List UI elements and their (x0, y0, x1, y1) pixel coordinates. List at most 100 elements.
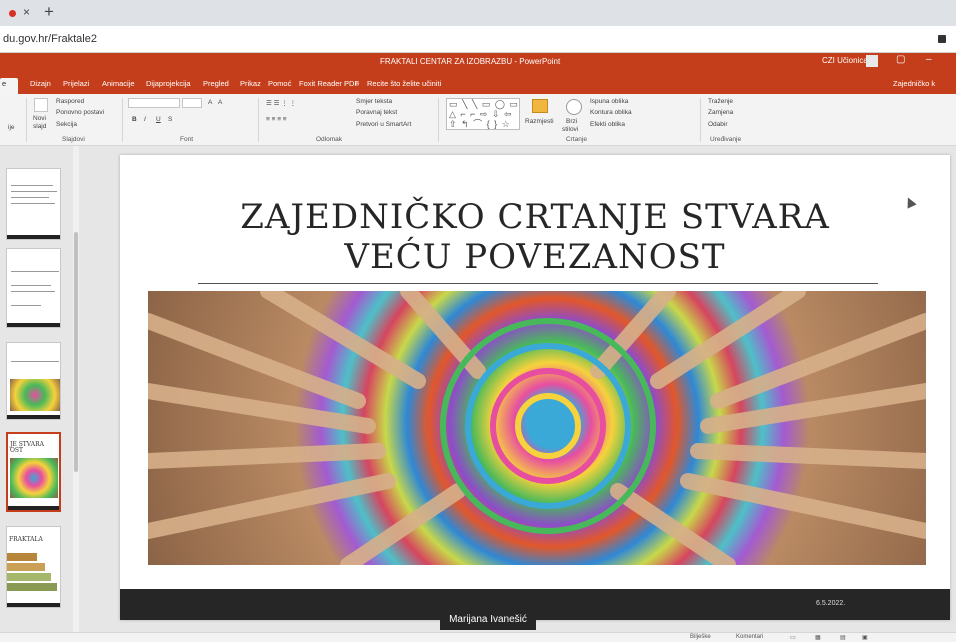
scrollbar-thumb[interactable] (74, 232, 78, 472)
tab-view[interactable]: Prikaz (240, 79, 261, 88)
thumb-footer-bar (8, 506, 59, 510)
title-divider (198, 283, 878, 284)
slide-thumbnail[interactable]: FRAKTALA (6, 526, 61, 608)
clipboard-label[interactable]: ije (8, 124, 15, 131)
new-tab-button[interactable]: + (44, 2, 54, 22)
shape-effects-button[interactable]: Efekti oblika (590, 121, 625, 128)
strike-button[interactable]: S (168, 116, 172, 123)
avatar[interactable] (866, 55, 878, 67)
quick-styles-icon[interactable] (566, 99, 582, 115)
text-direction-button[interactable]: Smjer teksta (356, 98, 392, 105)
ribbon-separator (26, 98, 27, 142)
thumb-text-line (11, 305, 41, 306)
reset-button[interactable]: Ponovno postavi (56, 109, 104, 116)
find-button[interactable]: Traženje (708, 98, 733, 105)
tab-slideshow[interactable]: Dijaprojekcija (146, 79, 191, 88)
share-button[interactable]: Zajedničko k (893, 79, 935, 88)
new-slide-button[interactable]: Novi (33, 115, 46, 122)
layout-button[interactable]: Raspored (56, 98, 84, 105)
normal-view-icon[interactable]: ▭ (790, 634, 796, 641)
comments-button[interactable]: Komentari (736, 634, 763, 640)
notes-button[interactable]: Bilješke (690, 634, 711, 640)
drawing-group-label: Crtanje (566, 136, 587, 143)
tab-foxit[interactable]: Foxit Reader PDF (299, 79, 359, 88)
quick-styles-button-line2[interactable]: stilovi (562, 126, 578, 133)
section-button[interactable]: Sekcija (56, 121, 77, 128)
new-slide-icon[interactable] (34, 98, 48, 112)
font-size-select[interactable] (182, 98, 202, 108)
bold-button[interactable]: B (132, 116, 137, 123)
presenter-caption: Marijana Ivanešić (440, 610, 536, 630)
shape-fill-button[interactable]: Ispuna oblika (590, 98, 628, 105)
slideshow-view-icon[interactable]: ▣ (862, 634, 868, 641)
shapes-gallery[interactable]: ▭ ╲ ╲ ▭ ◯ ▭ △ ⌐ ⌐ ⇨ ⇩ ⇦ ⇧ ↰ ⌒ { } ☆ (446, 98, 520, 130)
browser-tabbar: × + (0, 0, 956, 26)
arrange-button[interactable]: Razmjesti (525, 118, 554, 125)
thumb-text: JE STVARA OST (10, 441, 44, 454)
ribbon-separator (122, 98, 123, 142)
slide-canvas[interactable]: ZAJEDNIČKO CRTANJE STVARA VEĆU POVEZANOS… (120, 155, 950, 620)
extension-icon[interactable] (938, 35, 946, 43)
thumb-image (10, 458, 58, 498)
tab-transitions[interactable]: Prijelazi (63, 79, 89, 88)
slide-title[interactable]: ZAJEDNIČKO CRTANJE STVARA VEĆU POVEZANOS… (120, 197, 950, 277)
minimize-button[interactable]: – (926, 54, 932, 65)
paragraph-group-label: Odlomak (316, 136, 343, 143)
shape-outline-button[interactable]: Kontura oblika (590, 109, 632, 116)
tab-help[interactable]: Pomoć (268, 79, 291, 88)
select-button[interactable]: Odabir (708, 121, 728, 128)
tab-close-button[interactable]: × (23, 5, 30, 19)
align-text-button[interactable]: Poravnaj tekst (356, 109, 397, 116)
slides-group-label: Slajdovi (62, 136, 85, 143)
slide-title-line2: VEĆU POVEZANOST (344, 237, 726, 277)
lightbulb-icon: ○ (355, 79, 360, 88)
user-name[interactable]: CZI Učionica (822, 56, 868, 65)
mandala-illustration (148, 291, 926, 565)
arrange-icon[interactable] (532, 99, 548, 113)
tell-me-search[interactable]: Recite što želite učiniti (367, 79, 441, 88)
italic-button[interactable]: I (144, 116, 146, 123)
slide-thumbnail[interactable] (6, 342, 61, 420)
url-text[interactable]: du.gov.hr/Fraktale2 (3, 33, 97, 45)
tab-review[interactable]: Pregled (203, 79, 229, 88)
thumb-text-line (11, 197, 49, 198)
quick-styles-button[interactable]: Brzi (566, 118, 577, 125)
tab-design[interactable]: Dizajn (30, 79, 51, 88)
ribbon: ije Novi slajd Raspored Ponovno postavi … (0, 94, 956, 146)
shrink-font-button[interactable]: A (218, 99, 222, 106)
slide-date: 6.5.2022. (816, 600, 846, 607)
screen: × + du.gov.hr/Fraktale2 FRAKTALI CENTAR … (0, 0, 956, 642)
smartart-button[interactable]: Pretvori u SmartArt (356, 121, 411, 128)
document-title: FRAKTALI CENTAR ZA IZOBRAZBU - PowerPoin… (380, 57, 561, 66)
thumb-image (10, 379, 60, 411)
thumbnail-scrollbar[interactable] (73, 146, 79, 632)
tab-start[interactable]: e (0, 78, 18, 94)
ribbon-tabs: e Dizajn Prijelazi Animacije Dijaprojekc… (0, 71, 956, 94)
slide-thumbnail-selected[interactable]: JE STVARA OST (6, 432, 61, 512)
grow-font-button[interactable]: A (208, 99, 212, 106)
new-slide-button-line2[interactable]: slajd (33, 123, 46, 130)
slide-thumbnail[interactable] (6, 248, 61, 328)
thumb-footer-bar (7, 323, 60, 327)
slide-picture[interactable] (148, 291, 926, 565)
font-family-select[interactable] (128, 98, 180, 108)
thumb-text-line (11, 185, 53, 186)
reading-view-icon[interactable]: ▤ (840, 634, 846, 641)
recording-dot-icon (9, 10, 16, 17)
thumb-footer-bar (7, 235, 60, 239)
ribbon-separator (438, 98, 439, 142)
align-icon[interactable]: ≡ ≡ ≡ ≡ (266, 116, 287, 123)
slide-thumbnail[interactable] (6, 168, 61, 240)
thumb-bar-shape (7, 563, 45, 571)
slide-title-line1: ZAJEDNIČKO CRTANJE STVARA (240, 197, 830, 237)
sorter-view-icon[interactable]: ▦ (815, 634, 821, 641)
thumb-text-line (11, 191, 57, 192)
restore-icon[interactable]: ▢ (896, 54, 905, 65)
address-bar[interactable]: du.gov.hr/Fraktale2 (0, 26, 956, 53)
replace-button[interactable]: Zamjena (708, 109, 733, 116)
underline-button[interactable]: U (156, 116, 161, 123)
app-titlebar: FRAKTALI CENTAR ZA IZOBRAZBU - PowerPoin… (0, 53, 956, 71)
bullets-icon[interactable]: ☰ ☰ ⋮ ⋮ (266, 99, 296, 107)
tab-animations[interactable]: Animacije (102, 79, 135, 88)
thumb-bar-shape (7, 583, 57, 591)
